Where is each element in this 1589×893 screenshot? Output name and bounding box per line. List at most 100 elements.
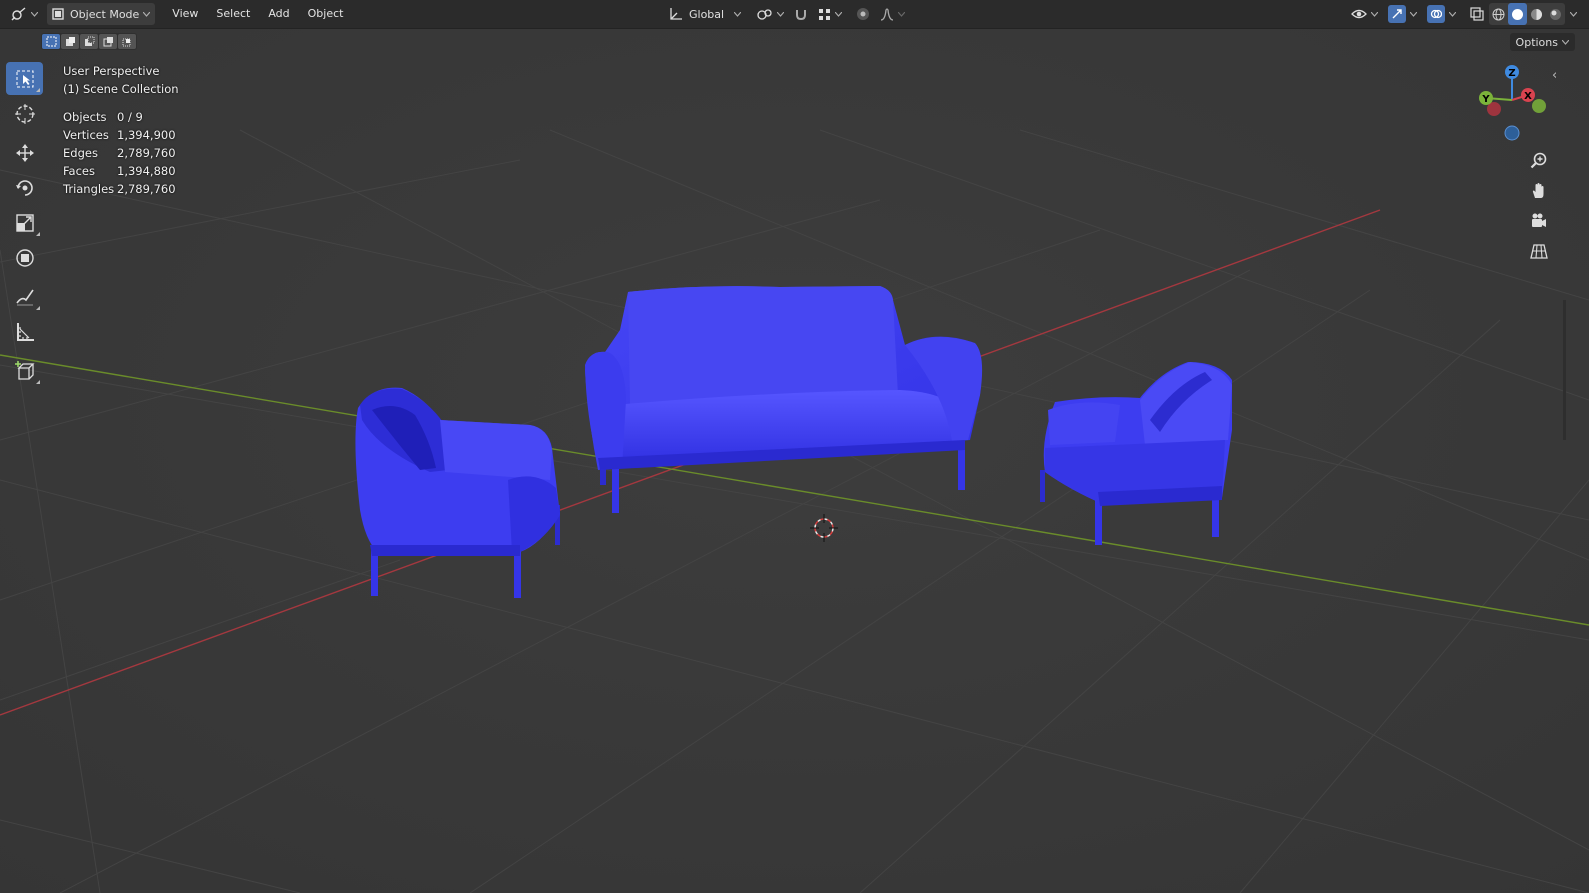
overlays-toggle[interactable]	[1422, 3, 1461, 25]
zoom-icon	[1530, 152, 1547, 169]
region-scrollbar[interactable]	[1563, 300, 1566, 440]
falloff-dropdown[interactable]	[875, 3, 910, 25]
mode-label: Object Mode	[70, 7, 140, 21]
collection-name: (1) Scene Collection	[63, 82, 179, 96]
object-mode-icon	[52, 8, 64, 20]
proportional-edit-toggle[interactable]	[851, 3, 875, 25]
navigation-gizmo[interactable]: Y X Z	[1470, 60, 1556, 146]
chevron-down-icon	[1410, 11, 1417, 17]
selection-mode-group	[41, 33, 137, 50]
rendered-shading-button[interactable]	[1546, 3, 1565, 25]
chevron-down-icon	[1371, 11, 1378, 17]
select-intersect-icon	[122, 38, 130, 47]
stat-row: Faces 1,394,880	[63, 162, 179, 180]
stat-value: 1,394,880	[117, 164, 176, 178]
stat-row: Vertices 1,394,900	[63, 126, 179, 144]
solid-shading-button[interactable]	[1508, 3, 1527, 25]
tool-shelf	[6, 62, 45, 389]
wireframe-shading-button[interactable]	[1489, 3, 1508, 25]
viewport-display-controls	[1346, 3, 1577, 25]
pan-button[interactable]	[1525, 176, 1553, 206]
gizmo-neg-z[interactable]	[1504, 125, 1520, 141]
stat-label: Objects	[63, 110, 107, 124]
gizmo-z-label: Z	[1508, 68, 1515, 79]
menu-object[interactable]: Object	[299, 3, 353, 25]
options-dropdown[interactable]: Options	[1509, 33, 1575, 51]
select-new-button[interactable]	[42, 34, 60, 49]
zoom-button[interactable]	[1525, 146, 1553, 176]
stat-row: Objects 0 / 9	[63, 108, 179, 126]
stat-value: 2,789,760	[117, 182, 176, 196]
transform-controls: Global	[664, 3, 910, 25]
menu-view[interactable]: View	[163, 3, 207, 25]
chevron-down-icon	[1562, 39, 1569, 45]
chevron-down-icon	[898, 11, 906, 17]
tool-measure[interactable]	[6, 315, 43, 348]
perspective-grid-icon	[1530, 244, 1548, 259]
stat-label: Faces	[63, 164, 95, 178]
wireframe-sphere-icon	[1492, 8, 1505, 20]
gizmo-x-label: X	[1524, 91, 1532, 102]
rendered-sphere-icon	[1550, 8, 1561, 20]
gizmo-neg-y[interactable]	[1532, 99, 1546, 113]
tool-cursor[interactable]	[6, 97, 43, 130]
sidebar-toggle[interactable]: ‹	[1552, 68, 1557, 83]
3d-viewport[interactable]	[0, 0, 1589, 893]
chevron-down-icon[interactable]	[1570, 11, 1577, 17]
chevron-down-icon	[1449, 11, 1456, 17]
transform-icon	[15, 248, 34, 267]
mode-dropdown[interactable]: Object Mode	[47, 3, 156, 25]
material-shading-button[interactable]	[1527, 3, 1546, 25]
tool-rotate[interactable]	[6, 171, 43, 204]
tool-move[interactable]	[6, 136, 43, 169]
orientation-label: Global	[689, 7, 725, 21]
view-navigation-buttons	[1525, 146, 1553, 266]
stat-value: 0 / 9	[117, 110, 143, 124]
viewport-editor-icon	[11, 7, 26, 21]
tool-annotate[interactable]	[6, 280, 43, 313]
annotate-pencil-icon	[15, 289, 34, 305]
gizmo-toggle[interactable]	[1383, 3, 1422, 25]
cursor-icon	[14, 103, 35, 124]
menu-add[interactable]: Add	[259, 3, 298, 25]
gizmo-icon	[1392, 9, 1402, 19]
options-label: Options	[1515, 35, 1558, 49]
visibility-dropdown[interactable]	[1346, 3, 1383, 25]
menu-select[interactable]: Select	[207, 3, 259, 25]
select-invert-button[interactable]	[99, 34, 117, 49]
pivot-point-dropdown[interactable]	[752, 3, 789, 25]
camera-view-button[interactable]	[1525, 206, 1553, 236]
tool-select-box[interactable]	[6, 62, 43, 95]
orientation-icon	[670, 8, 682, 20]
viewport-text-overlay: User Perspective (1) Scene Collection Ob…	[63, 62, 179, 198]
measure-ruler-icon	[16, 322, 34, 341]
select-subtract-button[interactable]	[80, 34, 98, 49]
tool-add-cube[interactable]	[6, 354, 43, 387]
snap-toggle[interactable]	[789, 3, 813, 25]
select-extend-button[interactable]	[61, 34, 79, 49]
stat-label: Triangles	[63, 182, 115, 196]
select-subtract-icon	[84, 36, 94, 46]
pivot-icon	[757, 9, 772, 20]
select-box-icon	[16, 70, 33, 87]
magnet-icon	[796, 10, 807, 21]
gizmo-y-label: Y	[1481, 94, 1490, 105]
camera-icon	[1532, 213, 1546, 227]
view-name: User Perspective	[63, 64, 160, 78]
projection-toggle-button[interactable]	[1525, 236, 1553, 266]
select-intersect-button[interactable]	[118, 34, 136, 49]
tool-transform[interactable]	[6, 241, 43, 274]
snap-target-dropdown[interactable]	[813, 3, 847, 25]
orientation-dropdown[interactable]: Global	[664, 3, 746, 25]
snap-grid-icon	[819, 8, 831, 20]
xray-toggle[interactable]	[1465, 3, 1489, 25]
stat-row: Triangles 2,789,760	[63, 180, 179, 198]
chevron-down-icon	[143, 11, 151, 17]
tool-scale[interactable]	[6, 206, 43, 239]
falloff-curve-icon	[880, 8, 894, 21]
stat-label: Vertices	[63, 128, 109, 142]
hand-icon	[1532, 183, 1544, 198]
editor-type-button[interactable]	[6, 3, 43, 25]
stat-value: 2,789,760	[117, 146, 176, 160]
select-extend-icon	[65, 37, 75, 46]
